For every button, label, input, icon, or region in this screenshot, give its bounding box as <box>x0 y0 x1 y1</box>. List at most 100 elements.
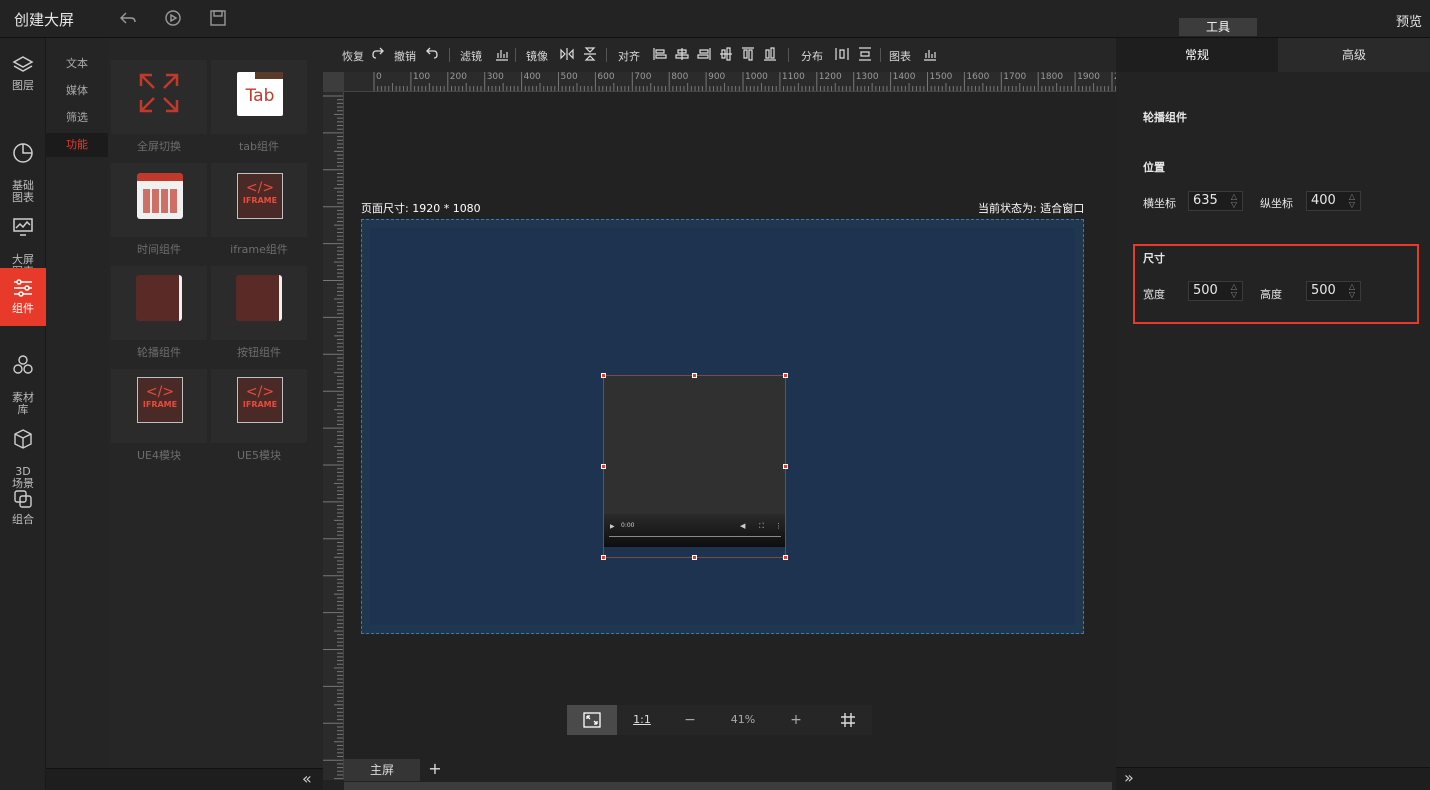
video-player[interactable]: ▶ 0:00 ◀ ⛶ ⋮ <box>604 376 785 547</box>
save-icon[interactable] <box>209 9 227 27</box>
flip-vertical-icon[interactable] <box>583 47 597 64</box>
ruler-label: 1000 <box>745 72 768 82</box>
tab-advanced[interactable]: 高级 <box>1278 38 1430 72</box>
height-input[interactable]: 500 △ ▽ <box>1306 281 1361 301</box>
filter-button[interactable]: 滤镜 <box>460 48 482 64</box>
right-panel-footer: » <box>1116 767 1430 790</box>
width-input[interactable]: 500 △ ▽ <box>1188 281 1243 301</box>
category-function[interactable]: 功能 <box>46 133 108 157</box>
resize-handle[interactable] <box>692 373 697 378</box>
undo-icon[interactable] <box>425 46 439 63</box>
nav-item-group[interactable]: 组合 <box>0 484 46 534</box>
nav-item-basic-charts[interactable]: 基础 图表 <box>0 124 46 204</box>
component-button[interactable]: 按钮组件 <box>211 266 307 362</box>
tool-tab[interactable]: 工具 <box>1179 18 1257 36</box>
tab-general[interactable]: 常规 <box>1116 38 1278 72</box>
x-input[interactable]: 635 △ ▽ <box>1188 191 1243 211</box>
canvas-state-label: 当前状态为: 适合窗口 <box>978 202 1085 215</box>
distribute-button[interactable]: 分布 <box>801 48 823 64</box>
redo-icon[interactable] <box>371 46 385 63</box>
chart-bars-icon[interactable] <box>923 47 937 64</box>
stepper-icon[interactable]: △ ▽ <box>1229 283 1239 299</box>
horizontal-ruler[interactable]: 0 100 200 300 400 500 600 700 800 900 1000 1100 1200… <box>344 72 1116 92</box>
ruler-label: 500 <box>560 72 578 82</box>
align-center-h-icon[interactable] <box>675 47 689 64</box>
stepper-icon[interactable]: △ ▽ <box>1347 283 1357 299</box>
nav-item-screen-charts[interactable]: 大屏 图表 <box>0 198 46 278</box>
nav-item-layers[interactable]: 图层 <box>0 48 46 100</box>
resize-handle[interactable] <box>692 555 697 560</box>
nav-item-3d-scene[interactable]: 3D 场景 <box>0 410 46 490</box>
resize-handle[interactable] <box>783 464 788 469</box>
layers-icon <box>12 56 34 72</box>
fit-window-button[interactable] <box>567 705 617 735</box>
stepper-icon[interactable]: △ ▽ <box>1347 193 1357 209</box>
component-label: 全屏切换 <box>137 140 181 153</box>
add-screen-button[interactable]: + <box>424 759 446 781</box>
chart-button[interactable]: 图表 <box>889 48 911 64</box>
resize-handle[interactable] <box>783 373 788 378</box>
align-bottom-icon[interactable] <box>763 47 777 64</box>
distribute-v-icon[interactable] <box>858 47 872 64</box>
width-value: 500 <box>1193 283 1218 298</box>
component-ue4[interactable]: </> IFRAME UE4模块 <box>111 369 207 465</box>
component-grid: 全屏切换 Tab tab组件 时间组件 </> IFRAME iframe组件 <box>108 38 323 768</box>
horizontal-scrollbar[interactable] <box>344 782 1112 790</box>
nav-item-components[interactable]: 组件 <box>0 268 46 326</box>
component-carousel[interactable]: 轮播组件 <box>111 266 207 362</box>
align-left-icon[interactable] <box>653 47 667 64</box>
resize-handle[interactable] <box>601 555 606 560</box>
component-iframe[interactable]: </> IFRAME iframe组件 <box>211 163 307 259</box>
align-right-icon[interactable] <box>697 47 711 64</box>
component-ue5[interactable]: </> IFRAME UE5模块 <box>211 369 307 465</box>
category-media[interactable]: 媒体 <box>46 79 108 103</box>
video-time: 0:00 <box>621 522 635 529</box>
component-fullscreen[interactable]: 全屏切换 <box>111 60 207 156</box>
redo-button[interactable]: 恢复 <box>342 48 364 64</box>
resize-handle[interactable] <box>601 464 606 469</box>
back-icon[interactable] <box>119 9 137 27</box>
video-play-icon[interactable]: ▶ <box>610 523 615 530</box>
stepper-icon[interactable]: △ ▽ <box>1229 193 1239 209</box>
resize-handle[interactable] <box>601 373 606 378</box>
collapse-left-icon[interactable]: « <box>302 769 312 788</box>
chart-bars-icon[interactable] <box>495 47 509 64</box>
align-button[interactable]: 对齐 <box>618 48 640 64</box>
category-filter[interactable]: 筛选 <box>46 106 108 130</box>
canvas-stage[interactable]: ▶ 0:00 ◀ ⛶ ⋮ <box>361 219 1084 634</box>
left-nav: 图层 基础 图表 大屏 图表 组件 素材 库 3D 场景 组合 <box>0 38 46 790</box>
selected-carousel-widget[interactable]: ▶ 0:00 ◀ ⛶ ⋮ <box>601 373 788 560</box>
ue4-tile-text: IFRAME <box>142 400 178 409</box>
play-icon[interactable] <box>164 9 182 27</box>
vertical-ruler[interactable] <box>323 92 344 780</box>
zoom-bar: 1:1 − 41% + <box>567 705 872 735</box>
actual-size-button[interactable]: 1:1 <box>617 705 667 735</box>
flip-horizontal-icon[interactable] <box>560 47 574 64</box>
preview-button[interactable]: 预览 <box>1396 11 1422 30</box>
expand-right-icon[interactable]: » <box>1124 768 1134 787</box>
align-middle-icon[interactable] <box>719 47 733 64</box>
toolbar-divider <box>788 48 789 62</box>
video-progress[interactable] <box>609 536 781 537</box>
volume-icon[interactable]: ◀ <box>740 522 745 530</box>
zoom-out-button[interactable]: − <box>667 705 713 735</box>
fullscreen-icon[interactable]: ⛶ <box>759 522 764 531</box>
undo-button[interactable]: 撤销 <box>394 48 416 64</box>
align-top-icon[interactable] <box>741 47 755 64</box>
grid-toggle-button[interactable] <box>824 705 872 735</box>
component-time[interactable]: 时间组件 <box>111 163 207 259</box>
zoom-in-button[interactable]: + <box>773 705 819 735</box>
component-tab[interactable]: Tab tab组件 <box>211 60 307 156</box>
ruler-label: 1700 <box>1003 72 1027 82</box>
resize-handle[interactable] <box>783 555 788 560</box>
iframe-icon: </> IFRAME <box>111 369 207 443</box>
category-text[interactable]: 文本 <box>46 52 108 76</box>
y-input[interactable]: 400 △ ▽ <box>1306 191 1361 211</box>
y-value: 400 <box>1311 193 1336 208</box>
mirror-button[interactable]: 镜像 <box>526 48 548 64</box>
more-icon[interactable]: ⋮ <box>775 522 782 530</box>
video-controls[interactable]: ▶ 0:00 ◀ ⛶ ⋮ <box>604 514 785 547</box>
tab-main-screen[interactable]: 主屏 <box>344 759 420 781</box>
distribute-h-icon[interactable] <box>835 47 849 64</box>
nav-item-materials[interactable]: 素材 库 <box>0 336 46 416</box>
